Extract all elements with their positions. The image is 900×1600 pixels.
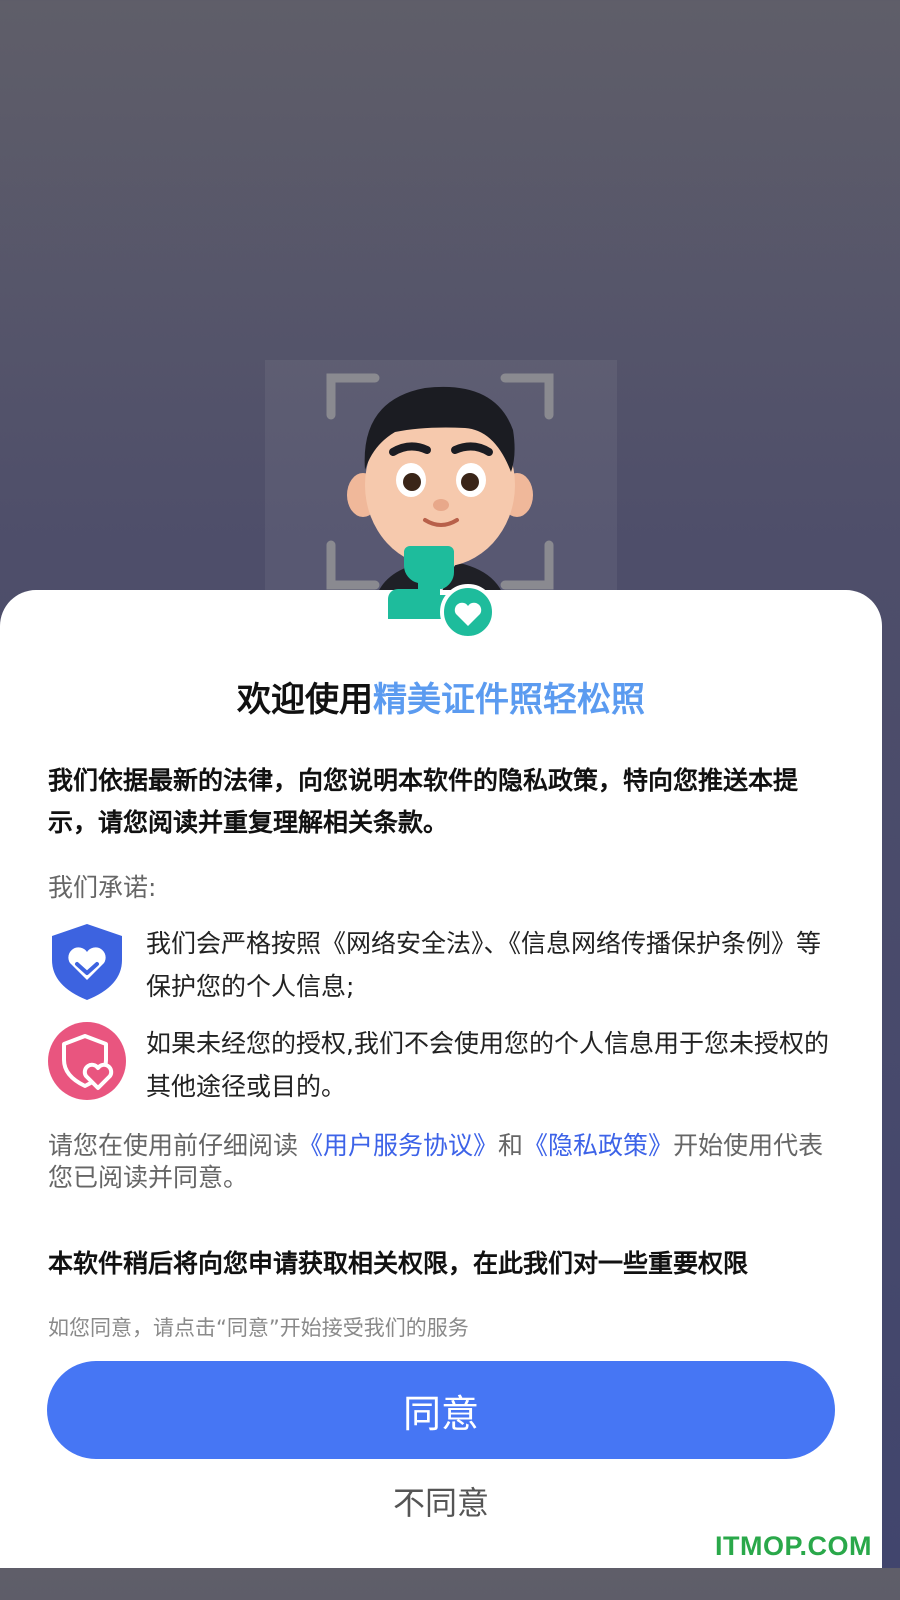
title-prefix: 欢迎使用 [237, 680, 373, 720]
intro-text: 我们依据最新的法律，向您说明本软件的隐私政策，特向您推送本提示，请您阅读并重复理… [48, 766, 799, 837]
consent-hint: 如您同意，请点击“同意”开始接受我们的服务 [48, 1316, 469, 1340]
permissions-text[interactable]: 本软件稍后将向您申请获取相关权限，在此我们对一些重要权限 [48, 1244, 838, 1280]
agree-button[interactable]: 同意 [47, 1361, 835, 1459]
title-app-name: 精美证件照轻松照 [373, 680, 645, 720]
promise-item: 如果未经您的授权,我们不会使用您的个人信息用于您未授权的其他途径或目的。 [48, 1022, 838, 1112]
user-agreement-link[interactable]: 《用户服务协议》 [298, 1131, 498, 1160]
pink-shield-heart-icon [48, 1022, 126, 1100]
promise-text: 我们会严格按照《网络安全法》、《信息网络传播保护条例》等保护您的个人信息; [146, 929, 822, 1001]
user-heart-badge-icon [388, 546, 496, 640]
blue-shield-heart-icon [52, 924, 122, 1000]
dialog-title: 欢迎使用精美证件照轻松照 [0, 672, 882, 721]
privacy-dialog-sheet: 欢迎使用精美证件照轻松照 我们依据最新的法律，向您说明本软件的隐私政策，特向您推… [0, 546, 882, 1568]
agreement-notice: 请您在使用前仔细阅读《用户服务协议》和《隐私政策》开始使用代表您已阅读并同意。 [48, 1130, 838, 1194]
notice-before: 请您在使用前仔细阅读 [48, 1131, 299, 1160]
notice-and: 和 [498, 1131, 524, 1160]
privacy-policy-link[interactable]: 《隐私政策》 [523, 1131, 673, 1160]
promise-item: 我们会严格按照《网络安全法》、《信息网络传播保护条例》等保护您的个人信息; [48, 922, 838, 1012]
site-watermark: ITMOP.COM [714, 1531, 872, 1561]
disagree-button[interactable]: 不同意 [0, 1478, 882, 1524]
promise-text: 如果未经您的授权,我们不会使用您的个人信息用于您未授权的其他途径或目的。 [146, 1029, 829, 1101]
promise-label: 我们承诺: [48, 873, 157, 902]
